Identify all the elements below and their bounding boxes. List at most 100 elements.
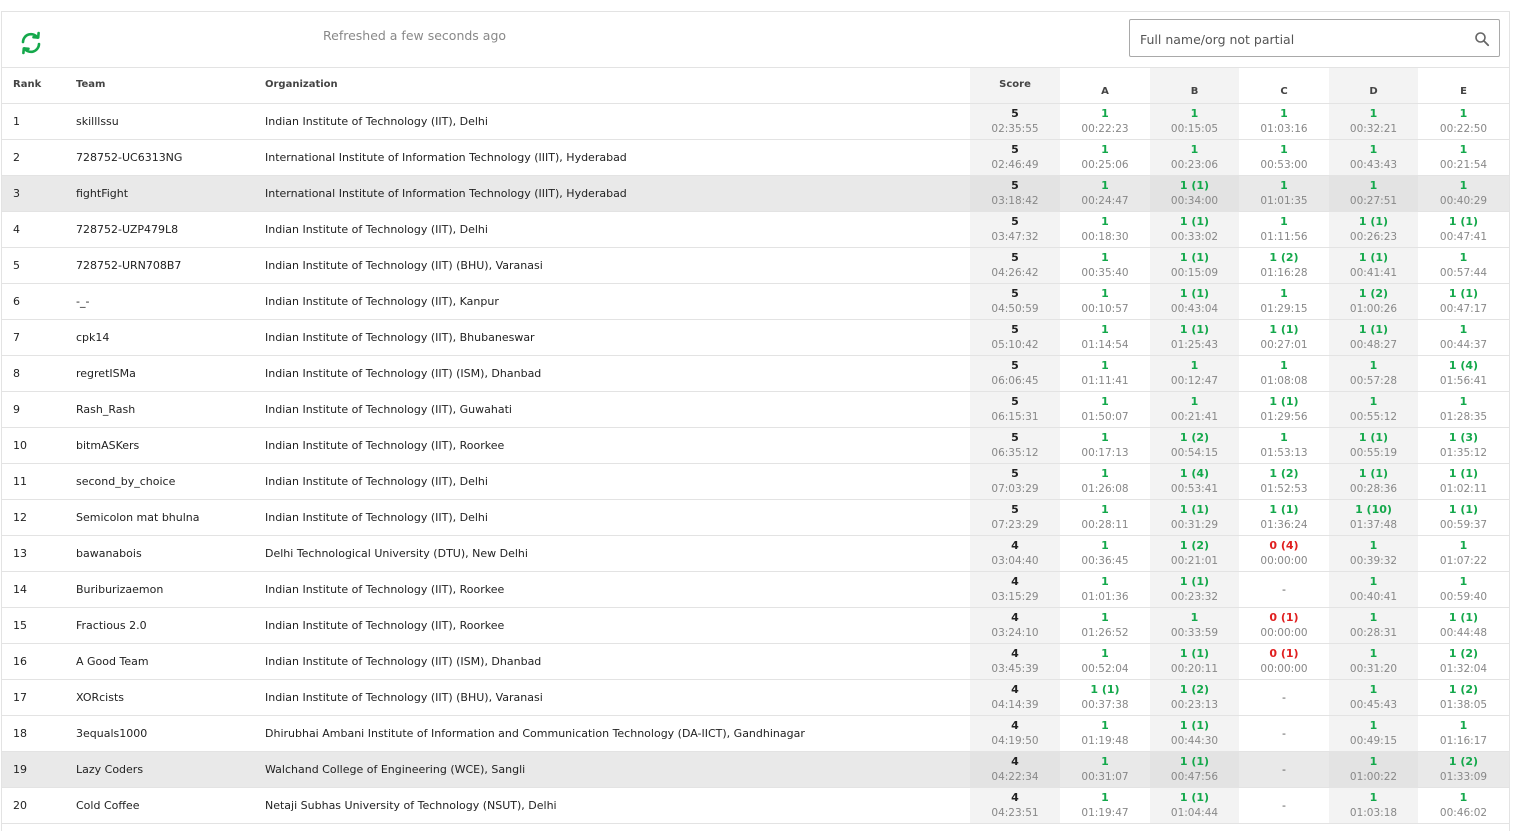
problem-cell: 1 01:08:08	[1239, 355, 1329, 392]
table-row[interactable]: 16 A Good Team Indian Institute of Technol…	[2, 643, 1509, 680]
problem-time: 00:31:20	[1349, 663, 1398, 675]
table-row[interactable]: 12 Semicolon mat bhulna Indian Institute o…	[2, 499, 1509, 536]
table-row[interactable]: 14 Buriburizaemon Indian Institute of Tech…	[2, 571, 1509, 608]
problem-cell: 1 00:21:54	[1418, 139, 1509, 176]
organization-header[interactable]: Organization	[265, 68, 970, 104]
problem-time: 01:26:08	[1081, 483, 1129, 495]
problem-result: 1 (1)	[1358, 215, 1389, 228]
problem-result: 1	[1101, 251, 1109, 264]
problem-a-header[interactable]: A	[1060, 68, 1150, 104]
problem-cell: 1 00:55:12	[1329, 391, 1418, 428]
problem-time: 01:37:48	[1349, 519, 1398, 531]
problem-time: 00:00:00	[1260, 555, 1308, 567]
problem-e-header[interactable]: E	[1418, 68, 1509, 104]
problem-time: 00:31:29	[1170, 519, 1219, 531]
problem-result: -	[1282, 691, 1286, 704]
refresh-icon[interactable]	[16, 28, 46, 58]
problem-cell: -	[1239, 751, 1329, 788]
team-name: second_by_choice	[76, 463, 265, 500]
problem-result: 1	[1101, 107, 1109, 120]
rank-cell: 2	[2, 139, 76, 176]
table-row[interactable]: 13 bawanabois Delhi Technological Universi…	[2, 535, 1509, 572]
rank-cell: 5	[2, 247, 76, 284]
organization-name: Indian Institute of Technology (IIT) (BH…	[265, 247, 970, 284]
table-row[interactable]: 11 second_by_choice Indian Institute of Te…	[2, 463, 1509, 500]
table-row[interactable]: 10 bitmASKers Indian Institute of Technolo…	[2, 427, 1509, 464]
rank-cell: 20	[2, 787, 76, 824]
problem-result: 1 (1)	[1358, 431, 1389, 444]
table-row[interactable]: 4 728752-UZP479L8 Indian Institute of Tech…	[2, 211, 1509, 248]
team-header[interactable]: Team	[76, 68, 265, 104]
problem-cell: 1 00:31:07	[1060, 751, 1150, 788]
problem-result: 1 (1)	[1179, 647, 1210, 660]
problem-time: 00:27:01	[1260, 339, 1308, 351]
table-row[interactable]: 19 Lazy Coders Walchand College of Enginee…	[2, 751, 1509, 788]
problem-cell: -	[1239, 679, 1329, 716]
problem-result: 1	[1101, 647, 1109, 660]
table-row[interactable]: 17 XORcists Indian Institute of Technology…	[2, 679, 1509, 716]
problem-cell: 1 00:31:20	[1329, 643, 1418, 680]
problem-result: 1	[1459, 179, 1468, 192]
rank-header[interactable]: Rank	[2, 68, 76, 104]
team-name: bawanabois	[76, 535, 265, 572]
penalty-time: 06:15:31	[991, 411, 1039, 423]
problem-cell: 1 (1) 00:47:41	[1418, 211, 1509, 248]
table-row[interactable]: 8 regretISMa Indian Institute of Technolog…	[2, 355, 1509, 392]
problem-time: 00:00:00	[1260, 627, 1308, 639]
problem-result: 1	[1369, 143, 1378, 156]
problem-cell: 1 (1) 00:44:48	[1418, 607, 1509, 644]
problem-d-header[interactable]: D	[1329, 68, 1418, 104]
table-row[interactable]: 15 Fractious 2.0 Indian Institute of Techn…	[2, 607, 1509, 644]
table-row[interactable]: 1 skilllssu Indian Institute of Technology…	[2, 103, 1509, 140]
problem-result: 1	[1101, 359, 1109, 372]
problem-result: 1	[1369, 647, 1378, 660]
problem-result: 1	[1369, 395, 1378, 408]
problem-cell: 1 00:15:05	[1150, 103, 1239, 140]
score-header[interactable]: Score	[970, 68, 1060, 104]
penalty-time: 06:35:12	[991, 447, 1039, 459]
problem-cell: 1 01:01:35	[1239, 175, 1329, 212]
problem-b-header[interactable]: B	[1150, 68, 1239, 104]
problem-time: 00:15:05	[1170, 123, 1219, 135]
problem-result: 1 (1)	[1358, 467, 1389, 480]
search-box[interactable]	[1129, 19, 1500, 58]
problem-result: 1 (2)	[1448, 755, 1479, 768]
search-input[interactable]	[1138, 20, 1472, 58]
score-cell: 4 03:15:29	[970, 571, 1060, 608]
score-cell: 5 03:47:32	[970, 211, 1060, 248]
solved-count: 4	[1011, 791, 1019, 804]
problem-result: 0 (1)	[1269, 647, 1299, 660]
problem-cell: 1 01:19:47	[1060, 787, 1150, 824]
problem-time: 01:01:36	[1081, 591, 1129, 603]
problem-time: 00:35:40	[1081, 267, 1129, 279]
table-row[interactable]: 9 Rash_Rash Indian Institute of Technology…	[2, 391, 1509, 428]
table-row[interactable]: 6 -_- Indian Institute of Technology (IIT)…	[2, 283, 1509, 320]
problem-result: 1 (3)	[1448, 431, 1479, 444]
table-row[interactable]: 20 Cold Coffee Netaji Subhas University of…	[2, 787, 1509, 824]
table-row[interactable]: 7 cpk14 Indian Institute of Technology (II…	[2, 319, 1509, 356]
search-icon[interactable]	[1474, 31, 1490, 47]
problem-c-header[interactable]: C	[1239, 68, 1329, 104]
table-row[interactable]: 3 fightFight International Institute of In…	[2, 175, 1509, 212]
problem-time: 00:17:13	[1081, 447, 1129, 459]
problem-cell: 1 00:10:57	[1060, 283, 1150, 320]
solved-count: 5	[1011, 287, 1019, 300]
problem-time: 00:32:21	[1349, 123, 1398, 135]
table-row[interactable]: 18 3equals1000 Dhirubhai Ambani Institute …	[2, 715, 1509, 752]
table-row[interactable]: 2 728752-UC6313NG International Institute …	[2, 139, 1509, 176]
score-cell: 5 06:15:31	[970, 391, 1060, 428]
team-name: XORcists	[76, 679, 265, 716]
table-row[interactable]: 5 728752-URN708B7 Indian Institute of Tech…	[2, 247, 1509, 284]
rank-cell: 3	[2, 175, 76, 212]
problem-cell: 1 00:27:51	[1329, 175, 1418, 212]
problem-cell: 1 (1) 00:47:17	[1418, 283, 1509, 320]
problem-cell: 1 01:16:17	[1418, 715, 1509, 752]
problem-cell: 1 01:07:22	[1418, 535, 1509, 572]
rank-cell: 1	[2, 103, 76, 140]
solved-count: 4	[1011, 719, 1019, 732]
problem-result: 1	[1280, 215, 1288, 228]
problem-cell: 1 00:43:43	[1329, 139, 1418, 176]
solved-count: 4	[1011, 539, 1019, 552]
team-name: -_-	[76, 283, 265, 320]
problem-time: 01:33:09	[1439, 771, 1488, 783]
